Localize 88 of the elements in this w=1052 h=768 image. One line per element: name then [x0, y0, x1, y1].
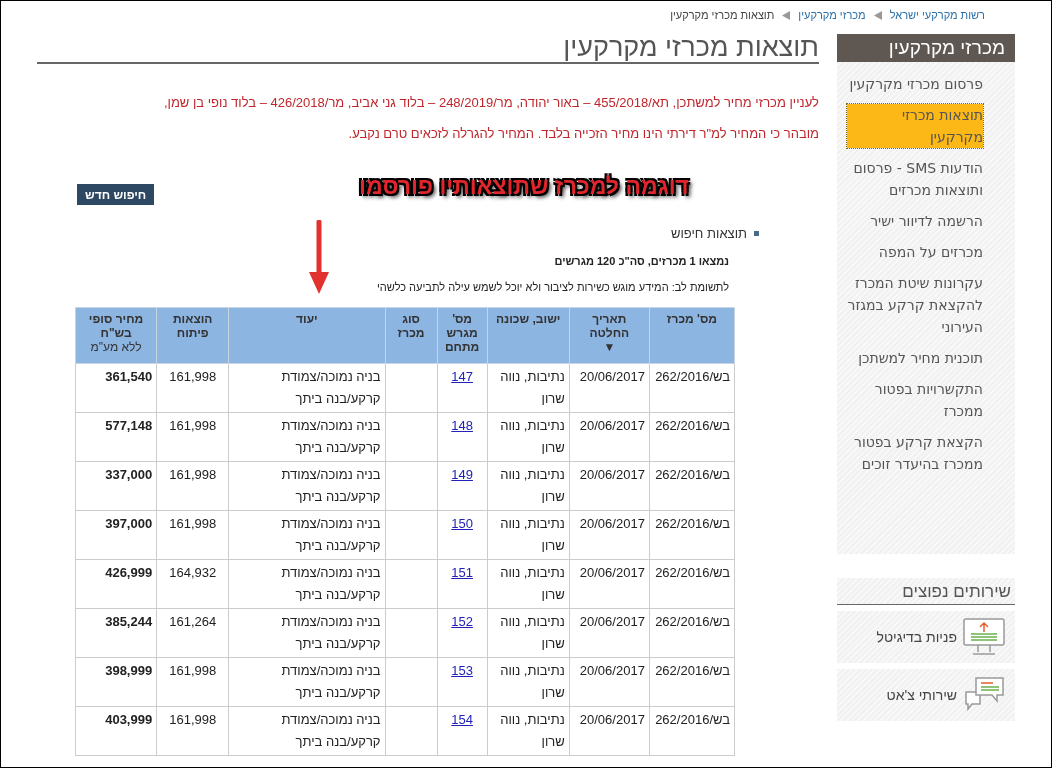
table-cell: נתיבות, נווה שרון	[487, 559, 570, 609]
table-cell: בש/262/2016	[649, 657, 735, 707]
table-cell: בניה נמוכה/צמודת קרקע/בנה ביתך	[228, 461, 385, 511]
table-cell: 161,998	[156, 510, 229, 560]
table-cell: 20/06/2017	[569, 706, 650, 756]
breadcrumb-separator-icon	[873, 10, 882, 20]
sidebar-item[interactable]: התקשרויות בפטור ממכרז	[847, 378, 983, 422]
table-cell: בניה נמוכה/צמודת קרקע/בנה ביתך	[228, 706, 385, 756]
table-cell: 161,998	[156, 706, 229, 756]
table-cell: 161,264	[156, 608, 229, 658]
table-cell: 161,998	[156, 363, 229, 413]
results-heading: תוצאות חיפוש	[670, 226, 747, 241]
table-cell: בש/262/2016	[649, 461, 735, 511]
table-cell: 161,998	[156, 461, 229, 511]
table-cell: 161,998	[156, 657, 229, 707]
sidebar-item[interactable]: תוכנית מחיר למשתכן	[847, 347, 983, 369]
service-label: פניות בדיגיטל	[876, 629, 957, 645]
table-cell: 161,998	[156, 412, 229, 462]
breadcrumb-separator-icon	[782, 10, 791, 20]
page-title: תוצאות מכרזי מקרקעין	[37, 34, 819, 64]
table-cell: 20/06/2017	[569, 559, 650, 609]
service-item[interactable]: שירותי צ'אט	[837, 669, 1015, 721]
table-cell: 337,000	[75, 461, 157, 511]
table-cell: בש/262/2016	[649, 412, 735, 462]
disclaimer-text: לתשומת לב: המידע מוגש כשירות לציבור ולא יוכל לשמש עילה לתביעה כלשהי	[375, 281, 729, 293]
table-cell: נתיבות, נווה שרון	[487, 510, 570, 560]
annotation-text: דוגמה למכרז שתוצאותיו פורסמו	[359, 173, 689, 200]
breadcrumb-link[interactable]: רשות מקרקעי ישראל	[889, 9, 985, 21]
table-cell: נתיבות, נווה שרון	[487, 706, 570, 756]
sidebar-item[interactable]: מכרזים על המפה	[847, 241, 983, 263]
sidebar-item[interactable]: הקצאת קרקע בפטור ממכרז בהיעדר זוכים	[847, 431, 983, 475]
table-cell: בש/262/2016	[649, 706, 735, 756]
table-cell: 20/06/2017	[569, 461, 650, 511]
column-header[interactable]: תאריך החלטה ▼	[569, 307, 650, 364]
table-cell: בש/262/2016	[649, 510, 735, 560]
table-cell: נתיבות, נווה שרון	[487, 412, 570, 462]
table-cell: 403,999	[75, 706, 157, 756]
sidebar-item[interactable]: תוצאות מכרזי מקרקעין	[847, 104, 983, 148]
table-cell: בניה נמוכה/צמודת קרקע/בנה ביתך	[228, 363, 385, 413]
table-cell: בניה נמוכה/צמודת קרקע/בנה ביתך	[228, 657, 385, 707]
sidebar-title: מכרזי מקרקעין	[837, 34, 1015, 62]
bullet-icon	[754, 231, 759, 236]
sidebar-item[interactable]: פרסום מכרזי מקרקעין	[847, 73, 983, 95]
table-cell: 398,999	[75, 657, 157, 707]
table-cell: נתיבות, נווה שרון	[487, 657, 570, 707]
table-cell: בש/262/2016	[649, 559, 735, 609]
column-header[interactable]: מחיר סופי בש"ח ללא מע"מ	[75, 307, 157, 364]
sidebar-item[interactable]: הודעות SMS - פרסום ותוצאות מכרזים	[847, 157, 983, 201]
service-label: שירותי צ'אט	[886, 687, 957, 703]
table-cell: 426,999	[75, 559, 157, 609]
column-header[interactable]: מס' מגרש מתחם	[437, 307, 488, 364]
table-cell: 20/06/2017	[569, 412, 650, 462]
column-header[interactable]: יעוד	[228, 307, 385, 364]
table-cell: בש/262/2016	[649, 363, 735, 413]
table-cell: בניה נמוכה/צמודת קרקע/בנה ביתך	[228, 559, 385, 609]
new-search-button[interactable]: חיפוש חדש	[77, 184, 155, 205]
notice-text: לעניין מכרזי מחיר למשתכן, תא/455/2018 – באור יהודה, מר/248/2019 – בלוד גני אביב, מר/426/2018 – בלוד נופי בן שמן,	[162, 95, 819, 111]
sidebar-item[interactable]: עקרונות שיטת המכרז להקצאת קרקע במגזר העירוני	[847, 272, 983, 338]
table-cell: 164,932	[156, 559, 229, 609]
monitor-upload-icon	[963, 618, 1005, 656]
column-header[interactable]: מס' מכרז	[649, 307, 735, 364]
column-header[interactable]: ישוב, שכונה	[487, 307, 570, 364]
results-summary: נמצאו 1 מכרזים, סה"כ 120 מגרשים	[553, 255, 729, 267]
arrow-icon	[307, 220, 331, 296]
table-cell: 20/06/2017	[569, 510, 650, 560]
table-cell: נתיבות, נווה שרון	[487, 461, 570, 511]
table-cell: בניה נמוכה/צמודת קרקע/בנה ביתך	[228, 412, 385, 462]
table-cell: 577,148	[75, 412, 157, 462]
table-cell: 397,000	[75, 510, 157, 560]
service-item[interactable]: פניות בדיגיטל	[837, 611, 1015, 663]
table-cell: בניה נמוכה/צמודת קרקע/בנה ביתך	[228, 608, 385, 658]
table-cell: 385,244	[75, 608, 157, 658]
table-cell: בש/262/2016	[649, 608, 735, 658]
table-cell: 361,540	[75, 363, 157, 413]
breadcrumb-link[interactable]: תוצאות מכרזי מקרקעין	[670, 9, 775, 21]
table-cell: 20/06/2017	[569, 608, 650, 658]
column-header[interactable]: הוצאות פיתוח	[156, 307, 229, 364]
sidebar-item[interactable]: הרשמה לדיוור ישיר	[847, 210, 983, 232]
column-header[interactable]: סוג מכרז	[385, 307, 438, 364]
table-cell: 20/06/2017	[569, 363, 650, 413]
table-cell: בניה נמוכה/צמודת קרקע/בנה ביתך	[228, 510, 385, 560]
table-cell: נתיבות, נווה שרון	[487, 608, 570, 658]
table-cell: 20/06/2017	[569, 657, 650, 707]
chat-bubbles-icon	[963, 676, 1005, 714]
table-cell: נתיבות, נווה שרון	[487, 363, 570, 413]
notice-text: מובהר כי המחיר למ"ר דירתי הינו מחיר הזכייה בלבד. המחיר להגרלה לזכאים טרם נקבע.	[347, 126, 819, 142]
services-title: שירותים נפוצים	[837, 578, 1015, 605]
breadcrumb-link[interactable]: מכרזי מקרקעין	[798, 9, 866, 21]
